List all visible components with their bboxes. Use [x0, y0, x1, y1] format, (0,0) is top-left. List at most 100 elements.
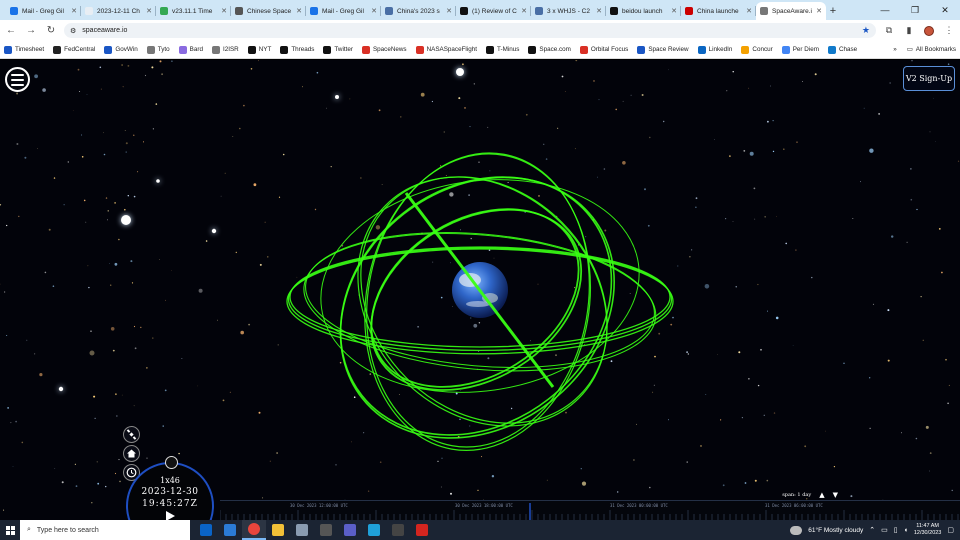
notifications-icon[interactable]: ▢ — [947, 526, 954, 534]
bookmark-item[interactable]: Space.com — [528, 45, 571, 54]
bookmarks-list: Timesheet FedCentral GovWin Tyto Bard I2ISR NY… — [4, 45, 857, 54]
bookmark-item[interactable]: FedCentral — [53, 45, 95, 54]
taskbar-app-edge[interactable] — [362, 520, 386, 540]
bookmark-item[interactable]: NYT — [247, 45, 271, 54]
bookmarks-more-button[interactable]: » — [893, 46, 897, 53]
bookmark-item[interactable]: Per Diem — [781, 45, 819, 54]
tab-4[interactable]: Mail - Greg Gil ✕ — [306, 2, 381, 20]
orbit-scene[interactable] — [0, 60, 960, 520]
span-label: span: 1 day — [782, 492, 812, 498]
volume-icon[interactable]: ◖ — [904, 527, 908, 534]
tab-6[interactable]: (1) Review of C ✕ — [456, 2, 531, 20]
back-button[interactable]: ← — [4, 24, 18, 38]
main-menu-button[interactable] — [5, 67, 30, 92]
taskbar-app-acrobat[interactable] — [410, 520, 434, 540]
bookmarks-bar: Timesheet FedCentral GovWin Tyto Bard I2ISR NY… — [0, 41, 960, 59]
app-gray-icon — [296, 524, 308, 536]
v2-signup-button[interactable]: V2 Sign-Up — [903, 66, 955, 91]
tab-7[interactable]: 3 x WHJS - C2 ✕ — [531, 2, 606, 20]
taskbar-search[interactable]: ⌕ Type here to search — [20, 520, 190, 540]
bookmark-item[interactable]: T-Minus — [485, 45, 519, 54]
tab-8[interactable]: beidou launch ✕ — [606, 2, 681, 20]
address-bar[interactable]: ⚙ spaceaware.io ★ — [64, 23, 876, 38]
taskbar-app-skype[interactable] — [218, 520, 242, 540]
bookmark-item[interactable]: Orbital Focus — [579, 45, 628, 54]
all-bookmarks-folder[interactable]: ▭ All Bookmarks — [907, 46, 956, 53]
forward-button[interactable]: → — [24, 24, 38, 38]
tab-close-icon[interactable]: ✕ — [671, 7, 677, 15]
bookmark-item[interactable]: Space Review — [637, 45, 689, 54]
profile-avatar[interactable] — [922, 24, 936, 38]
taskbar-app-file-explorer[interactable] — [266, 520, 290, 540]
tray-time: 11:47 AM — [916, 523, 940, 529]
tab-5[interactable]: China's 2023 s ✕ — [381, 2, 456, 20]
taskbar-app-teams[interactable] — [338, 520, 362, 540]
reload-button[interactable]: ↻ — [44, 24, 58, 38]
minimize-button[interactable]: — — [870, 0, 900, 20]
bookmark-item[interactable]: GovWin — [104, 45, 138, 54]
tab-close-icon[interactable]: ✕ — [446, 7, 452, 15]
bookmark-item[interactable]: Tyto — [146, 45, 170, 54]
network-icon[interactable]: ▭ — [881, 526, 888, 534]
url-text[interactable]: spaceaware.io — [82, 27, 127, 34]
extensions-icon[interactable]: ⧉ — [882, 24, 896, 38]
tab-close-icon[interactable]: ✕ — [521, 7, 527, 15]
bookmark-item[interactable]: LinkedIn — [697, 45, 732, 54]
bookmark-favicon-icon — [247, 45, 256, 54]
tab-1[interactable]: 2023-12-11 Ch ✕ — [81, 2, 156, 20]
span-increase-icon[interactable]: ▲ — [819, 491, 824, 499]
tab-close-icon[interactable]: ✕ — [146, 7, 152, 15]
site-info-icon[interactable]: ⚙ — [70, 27, 76, 35]
taskbar-app-app-gray[interactable] — [290, 520, 314, 540]
chevron-up-icon[interactable]: ⌃ — [869, 526, 875, 534]
tab-close-icon[interactable]: ✕ — [746, 7, 752, 15]
time-dial-knob[interactable] — [165, 456, 178, 469]
tab-2[interactable]: v23.11.1 Time ✕ — [156, 2, 231, 20]
taskbar-app-outlook[interactable] — [194, 520, 218, 540]
bookmark-item[interactable]: Bard — [178, 45, 203, 54]
tab-favicon-icon — [85, 7, 93, 15]
tab-close-icon[interactable]: ✕ — [596, 7, 602, 15]
tab-3[interactable]: Chinese Space ✕ — [231, 2, 306, 20]
tab-close-icon[interactable]: ✕ — [296, 7, 302, 15]
restore-button[interactable]: ❐ — [900, 0, 930, 20]
taskbar-app-app-store[interactable] — [386, 520, 410, 540]
taskbar-app-chrome[interactable] — [242, 520, 266, 540]
tab-close-icon[interactable]: ✕ — [371, 7, 377, 15]
taskbar-app-calculator[interactable] — [314, 520, 338, 540]
playback-rate[interactable]: 1x46 — [128, 476, 212, 485]
bookmark-item[interactable]: NASASpaceFlight — [415, 45, 477, 54]
tab-0[interactable]: Mail - Greg Gil ✕ — [6, 2, 81, 20]
bookmark-star-icon[interactable]: ★ — [862, 25, 870, 36]
edge-on-orbit[interactable] — [404, 192, 555, 388]
new-tab-button[interactable]: + — [826, 2, 840, 20]
weather-text[interactable]: 61°F Mostly cloudy — [808, 527, 863, 534]
close-window-button[interactable]: ✕ — [930, 0, 960, 20]
bookmark-item[interactable]: Twitter — [323, 45, 353, 54]
tab-10[interactable]: SpaceAware.io ✕ — [756, 2, 826, 20]
bookmark-favicon-icon — [280, 45, 289, 54]
play-button[interactable] — [166, 511, 175, 520]
side-panel-icon[interactable]: ▮ — [902, 24, 916, 38]
bookmark-item[interactable]: Timesheet — [4, 45, 44, 54]
tab-9[interactable]: China launche ✕ — [681, 2, 756, 20]
bookmark-item[interactable]: Chase — [827, 45, 857, 54]
tray-clock[interactable]: 11:47 AM 12/30/2023 — [914, 523, 942, 537]
battery-icon[interactable]: ▯ — [894, 526, 898, 534]
tab-close-icon[interactable]: ✕ — [816, 7, 822, 15]
menu-kebab-icon[interactable]: ⋮ — [942, 24, 956, 38]
span-decrease-icon[interactable]: ▼ — [833, 491, 838, 499]
bookmark-item[interactable]: Threads — [280, 45, 314, 54]
bookmark-item[interactable]: I2ISR — [211, 45, 239, 54]
start-button[interactable] — [0, 520, 20, 540]
satellite-filter-button[interactable] — [123, 426, 140, 443]
tab-close-icon[interactable]: ✕ — [71, 7, 77, 15]
timeline-bar[interactable]: 30 Dec 2023 12:00:00 UTC 30 Dec 2023 18:… — [220, 500, 960, 520]
tab-favicon-icon — [160, 7, 168, 15]
home-view-button[interactable] — [123, 445, 140, 462]
tab-close-icon[interactable]: ✕ — [221, 7, 227, 15]
tab-title: 3 x WHJS - C2 — [547, 7, 590, 15]
bookmark-item[interactable]: SpaceNews — [361, 45, 407, 54]
space-viewer[interactable]: V2 Sign-Up 1x46 2023-12-30 19:45:27Z spa… — [0, 60, 960, 520]
bookmark-item[interactable]: Concur — [741, 45, 773, 54]
